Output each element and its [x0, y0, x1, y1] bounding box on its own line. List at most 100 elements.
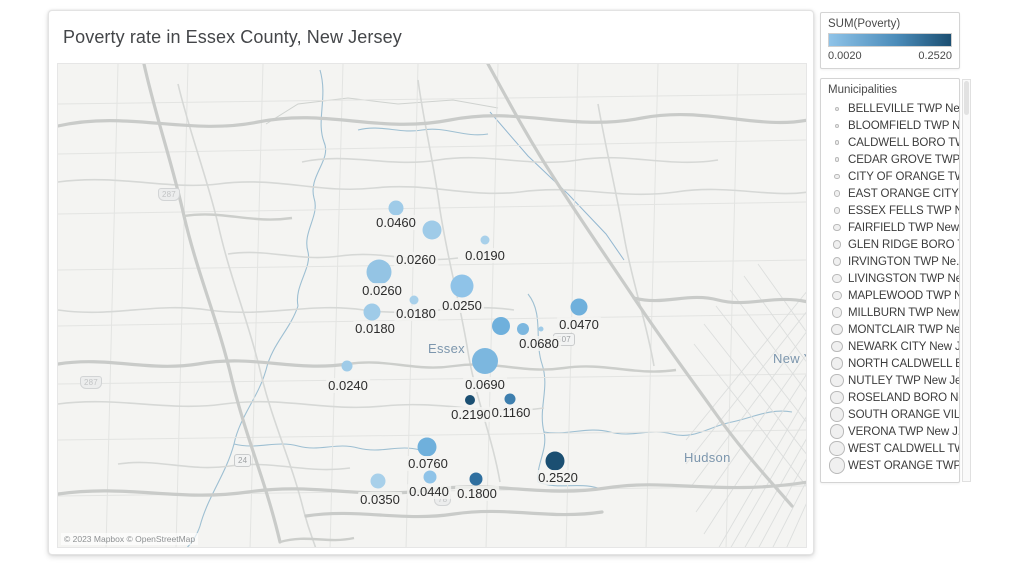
circle-icon [835, 106, 839, 111]
map-mark-label: 0.0190 [463, 248, 507, 263]
map-mark-label: 0.0760 [406, 456, 450, 471]
map-mark[interactable] [465, 395, 475, 405]
list-item[interactable]: NORTH CALDWELL B.. [821, 355, 959, 372]
legend-rail: SUM(Poverty) 0.0020 0.2520 Municipalitie… [820, 12, 971, 483]
circle-icon [829, 440, 845, 457]
list-item[interactable]: WEST ORANGE TWP .. [821, 457, 959, 474]
circle-icon [833, 223, 841, 232]
map-mark[interactable] [517, 323, 529, 335]
size-swatch-cell [826, 440, 848, 457]
color-legend-title: SUM(Poverty) [828, 18, 901, 30]
size-swatch-cell [826, 290, 848, 301]
list-item[interactable]: FAIRFIELD TWP New.. [821, 219, 959, 236]
circle-icon [829, 424, 845, 439]
map-mark-label: 0.0460 [374, 215, 418, 230]
map-mark[interactable] [417, 437, 437, 457]
list-item-label: ESSEX FELLS TWP N.. [848, 204, 959, 217]
list-item-label: CALDWELL BORO TW.. [848, 136, 959, 149]
list-item-label: IRVINGTON TWP Ne.. [848, 255, 959, 268]
map-mark[interactable] [545, 451, 565, 471]
map-mark-label: 0.0440 [407, 484, 451, 499]
size-swatch-cell [826, 373, 848, 387]
circle-icon [835, 123, 839, 128]
list-item[interactable]: SOUTH ORANGE VILL.. [821, 406, 959, 423]
size-legend-panel: Municipalities BELLEVILLE TWP Ne.. BLOOMF… [820, 78, 971, 483]
map-mark[interactable] [422, 220, 442, 240]
map-mark[interactable] [472, 348, 498, 374]
map-mark[interactable] [469, 472, 483, 486]
map-mark[interactable] [370, 473, 386, 489]
size-swatch-cell [826, 223, 848, 232]
color-legend-max: 0.2520 [918, 50, 952, 62]
circle-icon [831, 340, 843, 353]
circle-icon [834, 157, 840, 162]
list-item[interactable]: MAPLEWOOD TWP N.. [821, 287, 959, 304]
list-item[interactable]: CITY OF ORANGE TW.. [821, 168, 959, 185]
map-mark[interactable] [450, 274, 474, 298]
legend-scrollbar[interactable] [962, 79, 971, 482]
size-legend-title: Municipalities [828, 84, 898, 96]
circle-icon [834, 173, 840, 180]
list-item[interactable]: EAST ORANGE CITY .. [821, 185, 959, 202]
map-mark[interactable] [492, 317, 510, 335]
list-item[interactable]: BELLEVILLE TWP Ne.. [821, 100, 959, 117]
list-item[interactable]: GLEN RIDGE BORO T.. [821, 236, 959, 253]
list-item[interactable]: ROSELAND BORO Ne.. [821, 389, 959, 406]
size-swatch-cell [826, 190, 848, 197]
map-mark-label: 0.0470 [557, 317, 601, 332]
size-swatch-cell [826, 207, 848, 214]
list-item[interactable]: ESSEX FELLS TWP N.. [821, 202, 959, 219]
map-mark[interactable] [409, 295, 419, 305]
list-item-label: ROSELAND BORO Ne.. [848, 391, 959, 404]
map-mark[interactable] [504, 393, 516, 405]
list-item-label: CITY OF ORANGE TW.. [848, 170, 959, 183]
map-attribution[interactable]: © 2023 Mapbox © OpenStreetMap [61, 533, 199, 545]
map-mark[interactable] [363, 303, 381, 321]
circle-icon [830, 357, 844, 370]
map-mark[interactable] [341, 360, 353, 372]
map-mark-label: 0.0260 [360, 283, 404, 298]
circle-icon [830, 390, 844, 405]
list-item[interactable]: VERONA TWP New J.. [821, 423, 959, 440]
map-mark-label: 0.2190 [449, 407, 493, 422]
size-swatch-cell [826, 407, 848, 422]
map-mark[interactable] [480, 235, 490, 245]
list-item[interactable]: NEWARK CITY New J.. [821, 338, 959, 355]
map-mark[interactable] [423, 470, 437, 484]
list-item-label: MAPLEWOOD TWP N.. [848, 289, 959, 302]
circle-icon [833, 207, 841, 214]
size-swatch-cell [826, 273, 848, 284]
list-item[interactable]: IRVINGTON TWP Ne.. [821, 253, 959, 270]
list-item[interactable]: CEDAR GROVE TWP .. [821, 151, 959, 168]
color-gradient-bar [828, 33, 952, 47]
map-mark[interactable] [570, 298, 588, 316]
map-mark[interactable] [366, 259, 392, 285]
visualization-card: Poverty rate in Essex County, New Jersey [48, 10, 814, 555]
size-swatch-cell [826, 390, 848, 405]
map-mark[interactable] [538, 326, 544, 332]
size-swatch-cell [826, 323, 848, 336]
map-mark[interactable] [388, 200, 404, 216]
list-item[interactable]: WEST CALDWELL TW.. [821, 440, 959, 457]
legend-scrollbar-thumb[interactable] [964, 81, 969, 115]
list-item[interactable]: LIVINGSTON TWP Ne.. [821, 270, 959, 287]
list-item-label: EAST ORANGE CITY .. [848, 187, 959, 200]
list-item[interactable]: MONTCLAIR TWP Ne.. [821, 321, 959, 338]
list-item[interactable]: MILLBURN TWP New.. [821, 304, 959, 321]
size-swatch-cell [826, 357, 848, 370]
list-item[interactable]: BLOOMFIELD TWP N.. [821, 117, 959, 134]
data-marks-layer[interactable]: 0.0460 0.0260 0.0190 0.0260 0.0180 0.0250 0.01… [58, 64, 806, 547]
map-canvas[interactable]: Essex Hudson Union New Yo 287 287 24 507… [58, 64, 806, 547]
size-swatch-cell [826, 424, 848, 439]
list-item-label: WEST CALDWELL TW.. [848, 442, 959, 455]
list-item-label: NEWARK CITY New J.. [848, 340, 959, 353]
size-swatch-cell [826, 157, 848, 162]
list-item[interactable]: NUTLEY TWP New Je.. [821, 372, 959, 389]
size-swatch-cell [826, 340, 848, 353]
map-container[interactable]: Essex Hudson Union New Yo 287 287 24 507… [57, 63, 807, 548]
list-item[interactable]: CALDWELL BORO TW.. [821, 134, 959, 151]
municipality-list[interactable]: BELLEVILLE TWP Ne.. BLOOMFIELD TWP N.. CAL… [821, 99, 959, 476]
map-mark-label: 0.0260 [394, 252, 438, 267]
size-swatch-cell [826, 140, 848, 145]
list-item-label: SOUTH ORANGE VILL.. [848, 408, 959, 421]
